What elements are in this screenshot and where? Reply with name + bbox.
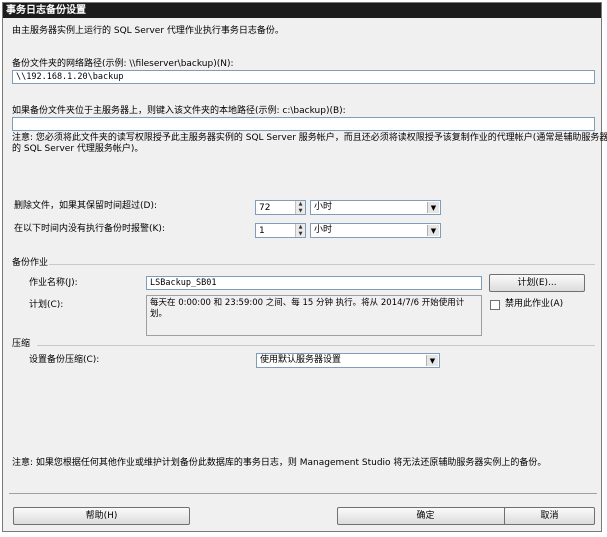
restore-note: 注意: 如果您根据任何其他作业或维护计划备份此数据库的事务日志，则 Manage… bbox=[12, 458, 547, 468]
compression-label: 设置备份压缩(C): bbox=[29, 355, 100, 365]
alert-label: 在以下时间内没有执行备份时报警(K): bbox=[14, 224, 165, 234]
dropdown-arrow-icon[interactable]: ▼ bbox=[427, 225, 439, 236]
ok-button[interactable]: 确定 bbox=[337, 507, 514, 525]
local-path-label: 如果备份文件夹位于主服务器上，则键入该文件夹的本地路径(示例: c:\backu… bbox=[12, 106, 346, 116]
section-divider bbox=[49, 264, 595, 265]
alert-unit-value: 小时 bbox=[314, 225, 333, 235]
compression-value: 使用默认服务器设置 bbox=[260, 355, 342, 365]
spin-arrows-icon[interactable]: ▲ ▼ bbox=[295, 224, 305, 237]
backup-job-section-title: 备份作业 bbox=[12, 258, 49, 268]
network-path-label: 备份文件夹的网络路径(示例: \\fileserver\backup)(N): bbox=[12, 59, 234, 69]
spin-arrows-icon[interactable]: ▲ ▼ bbox=[295, 201, 305, 214]
alert-value: 1 bbox=[259, 226, 265, 236]
delete-files-unit-value: 小时 bbox=[314, 202, 333, 212]
dropdown-arrow-icon[interactable]: ▼ bbox=[427, 202, 439, 213]
compression-section-title: 压缩 bbox=[12, 339, 31, 349]
alert-spinner[interactable]: 1 ▲ ▼ bbox=[255, 223, 306, 238]
job-name-input[interactable]: LSBackup_SB01 bbox=[146, 276, 482, 290]
permission-note-line2: 的 SQL Server 代理服务帐户)。 bbox=[12, 144, 144, 154]
delete-files-unit-combo[interactable]: 小时 ▼ bbox=[310, 200, 441, 215]
window-title: 事务日志备份设置 bbox=[3, 3, 601, 18]
schedule-button[interactable]: 计划(E)... bbox=[489, 274, 585, 292]
cancel-button[interactable]: 取消 bbox=[504, 507, 595, 525]
compression-combo[interactable]: 使用默认服务器设置 ▼ bbox=[256, 353, 440, 368]
network-path-input[interactable]: \\192.168.1.20\backup bbox=[12, 70, 595, 84]
alert-unit-combo[interactable]: 小时 ▼ bbox=[310, 223, 441, 238]
delete-files-spinner[interactable]: 72 ▲ ▼ bbox=[255, 200, 306, 215]
local-path-input[interactable] bbox=[12, 117, 595, 131]
help-button[interactable]: 帮助(H) bbox=[13, 507, 190, 525]
delete-files-value: 72 bbox=[259, 203, 271, 213]
section-divider bbox=[37, 345, 595, 346]
schedule-label: 计划(C): bbox=[29, 300, 64, 310]
dialog-window: 事务日志备份设置 由主服务器实例上运行的 SQL Server 代理作业执行事务… bbox=[2, 2, 607, 532]
disable-job-checkbox[interactable] bbox=[490, 300, 500, 310]
schedule-description: 每天在 0:00:00 和 23:59:00 之间、每 15 分钟 执行。将从 … bbox=[146, 295, 482, 336]
job-name-label: 作业名称(J): bbox=[29, 278, 78, 288]
delete-files-label: 删除文件，如果其保留时间超过(D): bbox=[14, 201, 157, 211]
disable-job-label: 禁用此作业(A) bbox=[505, 299, 564, 309]
dropdown-arrow-icon[interactable]: ▼ bbox=[426, 355, 438, 366]
footer-divider bbox=[9, 493, 597, 494]
permission-note-line1: 注意: 您必须将此文件夹的读写权限授予此主服务器实例的 SQL Server 服… bbox=[12, 133, 607, 143]
intro-text: 由主服务器实例上运行的 SQL Server 代理作业执行事务日志备份。 bbox=[12, 26, 284, 36]
